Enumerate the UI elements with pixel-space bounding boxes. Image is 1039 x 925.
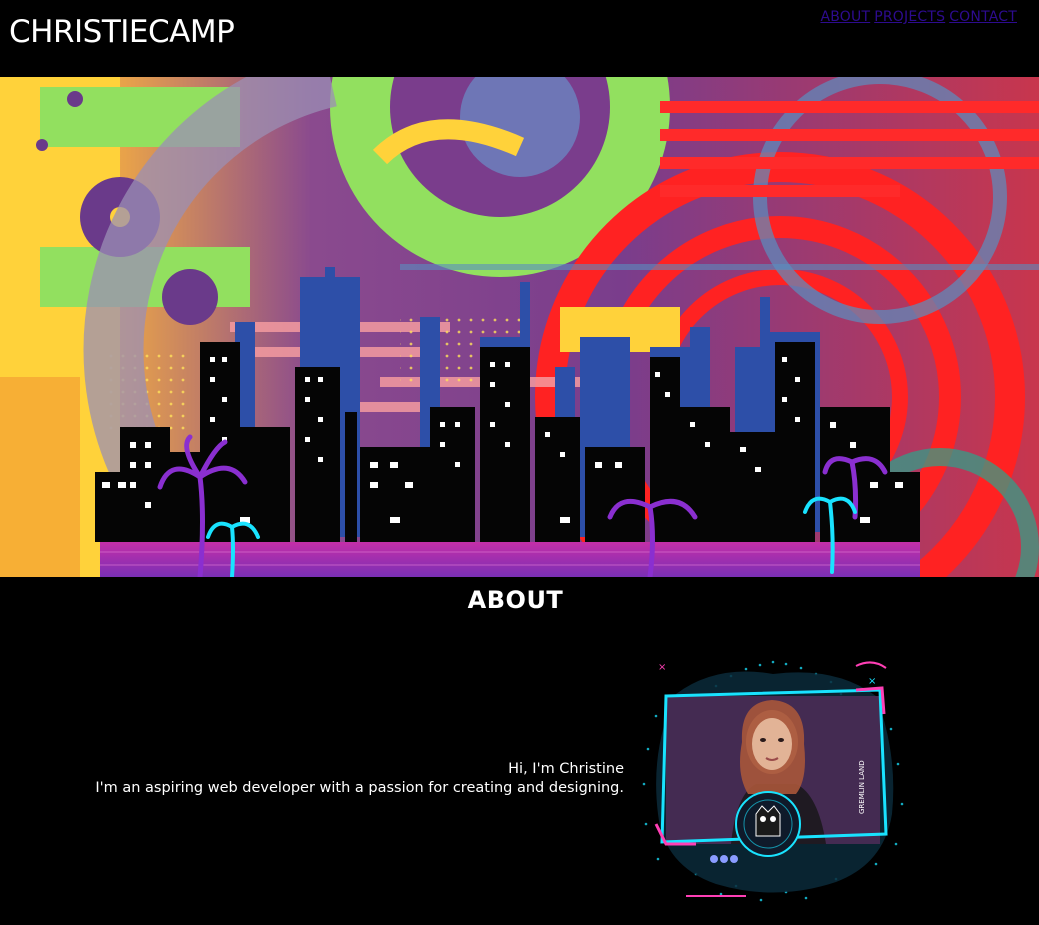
badge-text: GREMLIN LAND [858, 760, 866, 814]
site-header: CHRISTIECAMP ABOUT PROJECTS CONTACT [0, 0, 1039, 77]
nav-link-contact[interactable]: CONTACT [949, 9, 1017, 25]
hero-banner [0, 77, 1039, 577]
about-heading: ABOUT [467, 586, 564, 614]
about-intro: Hi, I'm Christine I'm an aspiring web de… [95, 760, 624, 798]
site-logo[interactable]: CHRISTIECAMP [9, 14, 235, 50]
about-bio: I'm an aspiring web developer with a pas… [95, 780, 624, 796]
profile-portrait: GREMLIN LAND × × [636, 654, 910, 906]
svg-text:×: × [658, 662, 666, 673]
hero-cityscape-illustration [0, 77, 1039, 577]
svg-text:×: × [868, 676, 876, 687]
portrait-frame-graphic: GREMLIN LAND × × [642, 660, 904, 902]
about-greeting: Hi, I'm Christine [508, 761, 624, 777]
main-nav: ABOUT PROJECTS CONTACT [820, 9, 1017, 25]
nav-link-projects[interactable]: PROJECTS [874, 9, 945, 25]
nav-link-about[interactable]: ABOUT [820, 9, 870, 25]
